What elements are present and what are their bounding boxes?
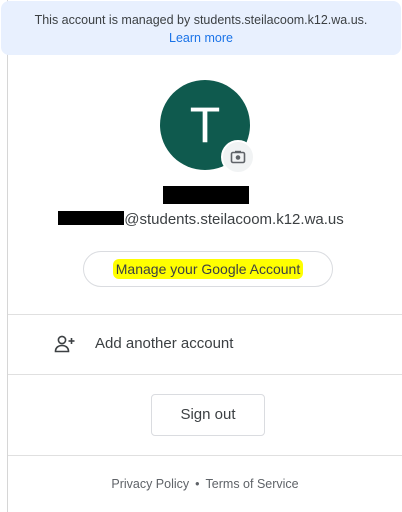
avatar-initial: T — [189, 97, 221, 153]
email-domain: @students.steilacoom.k12.wa.us — [124, 211, 344, 228]
divider — [8, 314, 402, 315]
banner-text: This account is managed by students.stei… — [34, 13, 368, 27]
sign-out-label: Sign out — [180, 406, 236, 423]
footer: Privacy Policy • Terms of Service — [8, 474, 402, 494]
account-email: @students.steilacoom.k12.wa.us — [0, 210, 402, 230]
person-add-icon — [54, 335, 75, 353]
panel-border — [7, 0, 8, 512]
sign-out-button[interactable]: Sign out — [151, 394, 265, 436]
managed-account-banner: This account is managed by students.stei… — [1, 1, 401, 55]
divider — [8, 374, 402, 375]
manage-account-button[interactable]: Manage your Google Account — [83, 251, 333, 287]
manage-account-label: Manage your Google Account — [112, 259, 304, 279]
footer-separator: • — [195, 477, 200, 491]
add-account-button[interactable]: Add another account — [8, 318, 402, 372]
add-account-label: Add another account — [95, 335, 234, 352]
account-panel: This account is managed by students.stei… — [0, 0, 402, 512]
terms-of-service-link[interactable]: Terms of Service — [206, 477, 299, 491]
camera-icon — [230, 150, 246, 164]
redacted-email-user — [58, 211, 125, 225]
divider — [8, 455, 402, 456]
redacted-name — [163, 186, 249, 204]
change-photo-button[interactable] — [221, 140, 255, 174]
learn-more-link[interactable]: Learn more — [1, 29, 401, 47]
privacy-policy-link[interactable]: Privacy Policy — [111, 477, 189, 491]
